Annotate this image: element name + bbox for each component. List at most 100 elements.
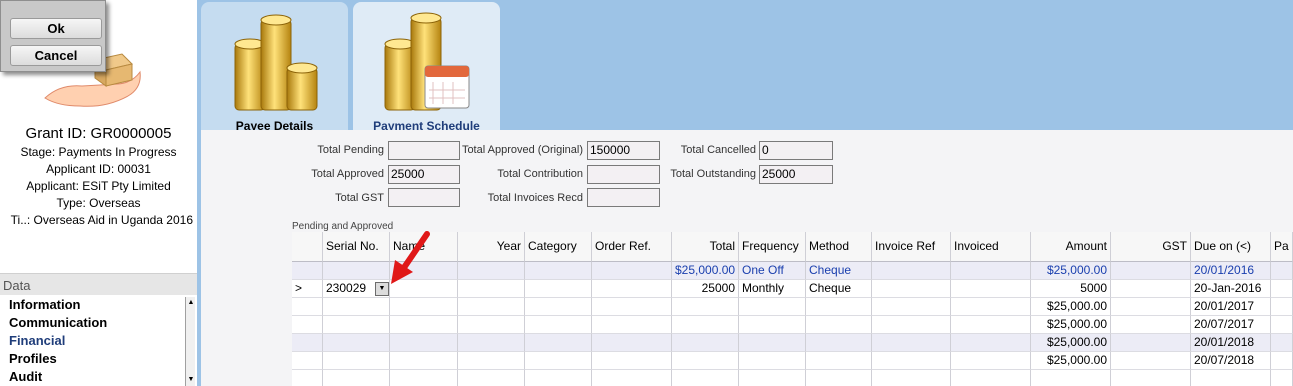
invoice-ref-cell[interactable] [872,280,951,298]
cancel-button[interactable]: Cancel [10,45,102,66]
invoiced-cell[interactable] [951,316,1031,334]
scroll-up-icon[interactable]: ▲ [187,299,195,307]
pa-cell[interactable] [1271,370,1293,386]
total-cell[interactable] [672,370,739,386]
table-row[interactable]: $25,000.00 20/07/2017 [292,316,1293,334]
method-cell[interactable] [806,370,872,386]
invoiced-cell[interactable] [951,262,1031,280]
dropdown-arrow-icon[interactable]: ▼ [375,282,389,296]
invoice-ref-cell[interactable] [872,370,951,386]
serial-cell[interactable] [323,352,390,370]
pa-cell[interactable] [1271,262,1293,280]
total-approved-original-field[interactable]: 150000 [587,141,660,160]
invoiced-cell[interactable] [951,280,1031,298]
name-cell[interactable] [390,352,458,370]
table-row[interactable]: $25,000.00 20/01/2017 [292,298,1293,316]
serial-cell[interactable]: 230029 ▼ [323,280,390,298]
category-cell[interactable] [525,352,592,370]
serial-cell[interactable] [323,370,390,386]
year-cell[interactable] [458,352,525,370]
column-header[interactable]: Invoice Ref [872,232,951,262]
year-cell[interactable] [458,370,525,386]
category-cell[interactable] [525,370,592,386]
column-header[interactable]: GST [1111,232,1191,262]
column-header[interactable]: Year [458,232,525,262]
nav-item-information[interactable]: Information [0,296,197,314]
table-row[interactable]: > 230029 ▼ 25000 Monthly Cheque 5000 20-… [292,280,1293,298]
name-cell[interactable] [390,334,458,352]
frequency-cell[interactable]: Monthly [739,280,806,298]
category-cell[interactable] [525,280,592,298]
tab-payee-details[interactable]: Payee Details [201,2,348,133]
total-cell[interactable] [672,352,739,370]
category-cell[interactable] [525,334,592,352]
frequency-cell[interactable] [739,352,806,370]
column-header[interactable]: Serial No. [323,232,390,262]
order-ref-cell[interactable] [592,298,672,316]
gst-cell[interactable] [1111,298,1191,316]
total-pending-field[interactable] [388,141,460,160]
total-contribution-field[interactable] [587,165,660,184]
nav-item-audit[interactable]: Audit [0,368,197,386]
amount-cell[interactable]: $25,000.00 [1031,298,1111,316]
table-row[interactable]: $25,000.00 20/07/2018 [292,352,1293,370]
frequency-cell[interactable] [739,334,806,352]
year-cell[interactable] [458,262,525,280]
amount-cell[interactable]: $25,000.00 [1031,316,1111,334]
invoiced-cell[interactable] [951,334,1031,352]
table-row[interactable]: $25,000.00 One Off Cheque $25,000.00 20/… [292,262,1293,280]
total-cell[interactable] [672,334,739,352]
year-cell[interactable] [458,316,525,334]
column-header[interactable]: Total [672,232,739,262]
column-header[interactable]: Category [525,232,592,262]
total-cell[interactable] [672,298,739,316]
pa-cell[interactable] [1271,316,1293,334]
amount-cell[interactable]: $25,000.00 [1031,262,1111,280]
total-cell[interactable] [672,316,739,334]
column-header[interactable]: Method [806,232,872,262]
amount-cell[interactable] [1031,370,1111,386]
frequency-cell[interactable] [739,370,806,386]
scroll-down-icon[interactable]: ▼ [187,376,195,384]
category-cell[interactable] [525,316,592,334]
column-header[interactable]: Amount [1031,232,1111,262]
gst-cell[interactable] [1111,280,1191,298]
due-on-cell[interactable]: 20-Jan-2016 [1191,280,1271,298]
tab-payment-schedule[interactable]: Payment Schedule [353,2,500,133]
method-cell[interactable]: Cheque [806,280,872,298]
total-outstanding-field[interactable]: 25000 [759,165,833,184]
nav-scrollbar[interactable]: ▲ ▼ [185,297,195,386]
year-cell[interactable] [458,280,525,298]
amount-cell[interactable]: $25,000.00 [1031,334,1111,352]
frequency-cell[interactable]: One Off [739,262,806,280]
method-cell[interactable] [806,316,872,334]
order-ref-cell[interactable] [592,280,672,298]
serial-cell[interactable] [323,298,390,316]
ok-button[interactable]: Ok [10,18,102,39]
total-invoices-recd-field[interactable] [587,188,660,207]
name-cell[interactable] [390,316,458,334]
invoice-ref-cell[interactable] [872,298,951,316]
invoice-ref-cell[interactable] [872,352,951,370]
table-row[interactable]: $25,000.00 20/01/2018 [292,334,1293,352]
column-header[interactable]: Order Ref. [592,232,672,262]
pa-cell[interactable] [1271,352,1293,370]
due-on-cell[interactable]: 20/07/2017 [1191,316,1271,334]
total-gst-field[interactable] [388,188,460,207]
order-ref-cell[interactable] [592,370,672,386]
column-header[interactable]: Invoiced [951,232,1031,262]
nav-item-financial[interactable]: Financial [0,332,197,350]
invoice-ref-cell[interactable] [872,316,951,334]
gst-cell[interactable] [1111,334,1191,352]
serial-cell[interactable] [323,334,390,352]
serial-cell[interactable] [323,262,390,280]
frequency-cell[interactable] [739,298,806,316]
amount-cell[interactable]: $25,000.00 [1031,352,1111,370]
order-ref-cell[interactable] [592,262,672,280]
pa-cell[interactable] [1271,334,1293,352]
order-ref-cell[interactable] [592,334,672,352]
order-ref-cell[interactable] [592,316,672,334]
method-cell[interactable] [806,352,872,370]
column-header[interactable]: Frequency [739,232,806,262]
total-cell[interactable]: 25000 [672,280,739,298]
